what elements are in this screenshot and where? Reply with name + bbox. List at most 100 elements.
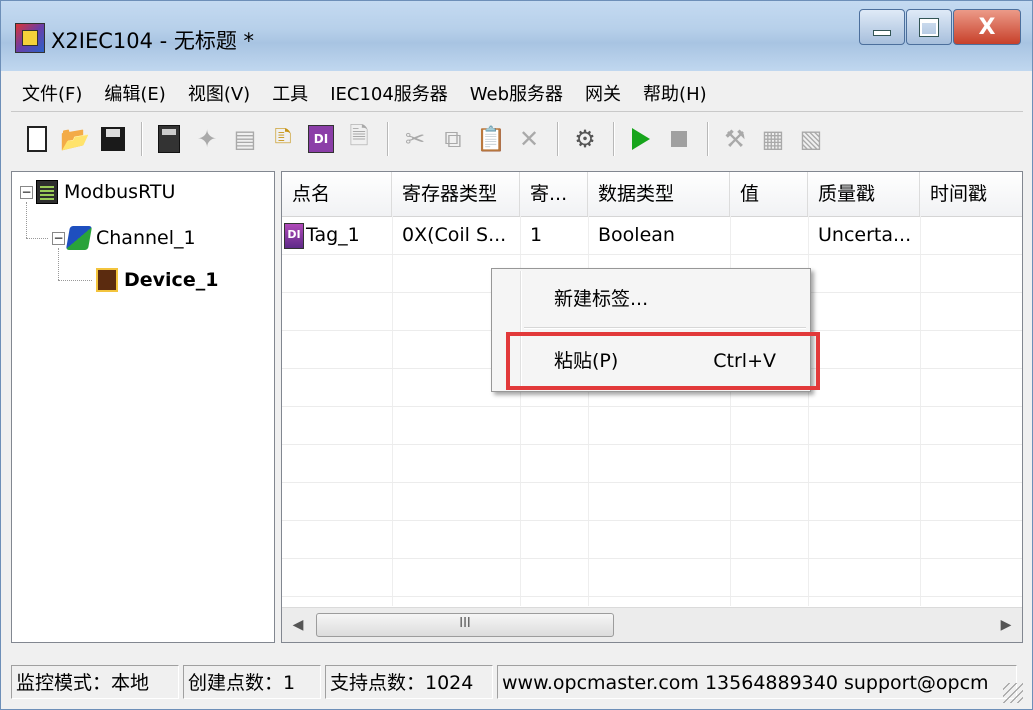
- up-button[interactable]: ▧: [793, 121, 829, 157]
- tree-node-label: Channel_1: [96, 227, 196, 249]
- copy-icon: ⧉: [444, 125, 462, 153]
- load-button[interactable]: ▦: [755, 121, 791, 157]
- minimize-button[interactable]: [859, 9, 905, 45]
- cell-register-type: 0X(Coil S...: [402, 224, 507, 246]
- modbus-device-icon: [36, 180, 58, 204]
- toolbar-separator: [141, 122, 143, 156]
- window-title: X2IEC104 - 无标题 *: [51, 29, 255, 53]
- toolbar-separator: [557, 122, 559, 156]
- maximize-button[interactable]: [906, 9, 952, 45]
- save-icon: [101, 127, 125, 151]
- new-channel-button[interactable]: ✦: [189, 121, 225, 157]
- delete-button[interactable]: ✕: [511, 121, 547, 157]
- digital-input-tag-icon: DI: [284, 222, 304, 249]
- scroll-right-icon[interactable]: ▶: [990, 608, 1022, 642]
- minimize-icon: [873, 30, 891, 36]
- tree-line: [58, 248, 59, 280]
- tag-name: Tag_1: [306, 224, 360, 246]
- device-icon: [96, 268, 118, 292]
- menu-item-new-tag[interactable]: 新建标签...: [524, 279, 806, 319]
- new-db-tag-icon: DI: [308, 125, 334, 153]
- table-row: [282, 558, 1022, 597]
- menu-gateway[interactable]: 网关: [574, 80, 632, 106]
- column-header-register[interactable]: 寄...: [520, 172, 588, 216]
- toolbar: 📂 ✦ ▤ 🗈 DI 🗎 ✂ ⧉ 📋 ✕ ⚙ ⚒ ▦ ▧: [11, 115, 1023, 163]
- scroll-left-icon[interactable]: ◀: [282, 608, 314, 642]
- table-row: [282, 482, 1022, 521]
- tree-node-label: ModbusRTU: [64, 181, 176, 203]
- cell-value: [730, 216, 808, 254]
- new-file-button[interactable]: [19, 121, 55, 157]
- scroll-thumb[interactable]: III: [316, 613, 614, 637]
- toolbar-separator: [387, 122, 389, 156]
- horizontal-scrollbar[interactable]: ◀ III ▶: [282, 607, 1022, 642]
- resize-grip-icon[interactable]: [1003, 683, 1023, 703]
- new-file-icon: [27, 126, 47, 152]
- cell-timestamp: [920, 216, 1022, 254]
- menu-view[interactable]: 视图(V): [177, 80, 261, 106]
- menu-separator: [524, 327, 806, 329]
- app-icon[interactable]: [15, 23, 45, 53]
- toolbar-separator: [613, 122, 615, 156]
- open-button[interactable]: 📂: [57, 121, 93, 157]
- tree-node-channel[interactable]: − Channel_1: [52, 226, 196, 250]
- highlight-box: [506, 332, 820, 390]
- tree-node-label: Device_1: [124, 269, 219, 291]
- menu-iec104-server[interactable]: IEC104服务器: [319, 80, 459, 106]
- device-icon: ▤: [233, 125, 257, 153]
- tree-node-device[interactable]: Device_1: [96, 268, 218, 292]
- menu-edit[interactable]: 编辑(E): [93, 80, 176, 106]
- table-row: [282, 406, 1022, 445]
- tag-list[interactable]: 点名 寄存器类型 寄... 数据类型 值 质量戳 时间戳 DI Tag_1 0X(…: [281, 171, 1023, 643]
- status-supported-count: 支持点数：1024: [325, 665, 493, 699]
- device-tree[interactable]: − ModbusRTU − Channel_1 Device_1: [11, 171, 275, 643]
- menu-web-server[interactable]: Web服务器: [459, 80, 574, 106]
- wrench-button[interactable]: ⚒: [717, 121, 753, 157]
- channel-icon: [65, 226, 93, 250]
- close-button[interactable]: X: [953, 9, 1021, 45]
- copy-button[interactable]: ⧉: [435, 121, 471, 157]
- maximize-icon: [919, 17, 939, 37]
- stop-button[interactable]: [661, 121, 697, 157]
- save-button[interactable]: [95, 121, 131, 157]
- cell-name: DI Tag_1: [282, 216, 392, 254]
- column-header-data-type[interactable]: 数据类型: [588, 172, 730, 216]
- new-device-button[interactable]: [151, 121, 187, 157]
- new-tag-button[interactable]: 🗈: [265, 121, 301, 157]
- properties-button[interactable]: 🗎: [341, 121, 377, 157]
- start-button[interactable]: [623, 121, 659, 157]
- tools-button[interactable]: ⚙: [567, 121, 603, 157]
- collapse-icon[interactable]: −: [20, 185, 33, 199]
- menu-bar: 文件(F) 编辑(E) 视图(V) 工具 IEC104服务器 Web服务器 网关…: [11, 75, 1023, 112]
- tree-node-modbusrtu[interactable]: − ModbusRTU: [20, 180, 175, 204]
- column-header-quality[interactable]: 质量戳: [808, 172, 920, 216]
- cut-button[interactable]: ✂: [397, 121, 433, 157]
- table-row[interactable]: DI Tag_1 0X(Coil S... 1 Boolean Uncerta..…: [282, 216, 1022, 255]
- tree-line: [26, 238, 48, 239]
- new-db-tag-button[interactable]: DI: [303, 121, 339, 157]
- paste-icon: 📋: [476, 125, 506, 153]
- status-contact: www.opcmaster.com 13564889340 support@op…: [497, 665, 1017, 699]
- wrench-icon: ⚒: [724, 125, 746, 153]
- tools-icon: ⚙: [574, 125, 596, 153]
- device-button[interactable]: ▤: [227, 121, 263, 157]
- menu-tools[interactable]: 工具: [261, 80, 319, 106]
- title-bar[interactable]: X2IEC104 - 无标题 * X: [1, 1, 1032, 71]
- toolbar-separator: [707, 122, 709, 156]
- new-device-icon: [158, 125, 180, 153]
- menu-help[interactable]: 帮助(H): [632, 80, 718, 106]
- status-mode: 监控模式：本地: [11, 665, 179, 699]
- new-channel-icon: ✦: [196, 125, 218, 153]
- paste-button[interactable]: 📋: [473, 121, 509, 157]
- menu-file[interactable]: 文件(F): [11, 80, 93, 106]
- column-header-timestamp[interactable]: 时间戳: [920, 172, 1022, 216]
- collapse-icon[interactable]: −: [52, 231, 65, 245]
- app-window: X2IEC104 - 无标题 * X 文件(F) 编辑(E) 视图(V) 工具 …: [0, 0, 1033, 710]
- column-header-name[interactable]: 点名: [282, 172, 392, 216]
- table-row: [282, 520, 1022, 559]
- delete-icon: ✕: [518, 125, 540, 153]
- column-header-value[interactable]: 值: [730, 172, 808, 216]
- open-folder-icon: 📂: [60, 125, 90, 153]
- column-header-register-type[interactable]: 寄存器类型: [392, 172, 520, 216]
- status-created-count: 创建点数：1: [183, 665, 321, 699]
